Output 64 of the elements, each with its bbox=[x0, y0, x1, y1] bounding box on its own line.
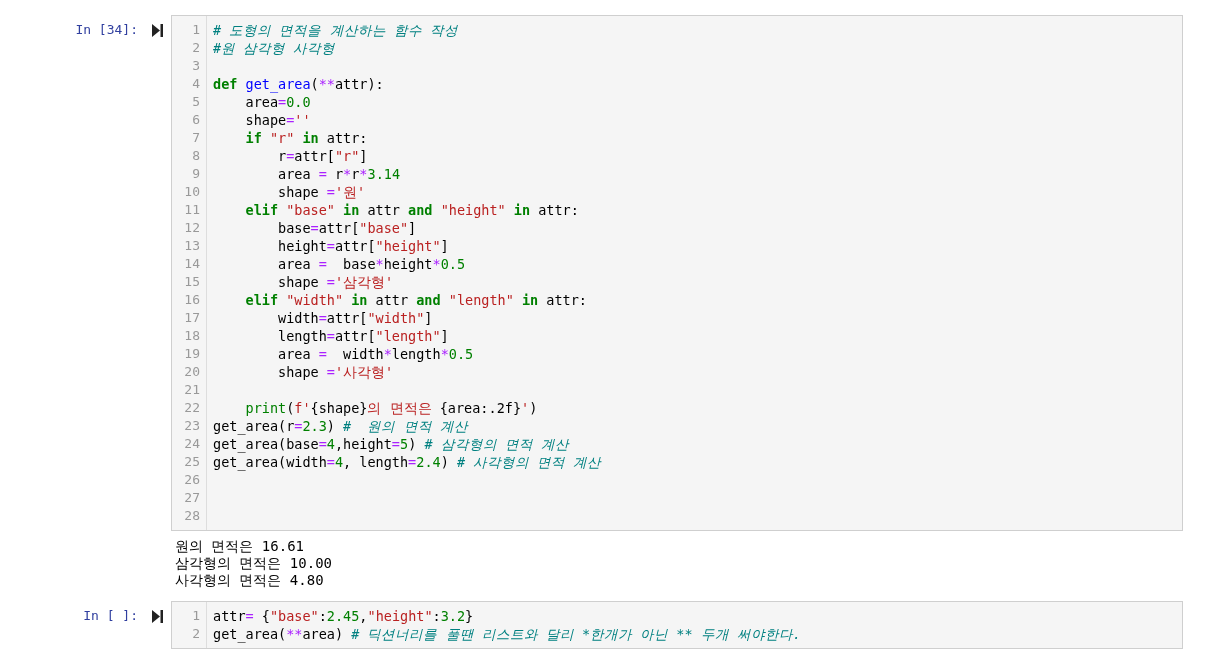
cell-prompt: In [ ]: bbox=[83, 607, 138, 625]
line-number: 4 bbox=[191, 75, 201, 93]
line-number: 28 bbox=[183, 507, 201, 525]
code-line: print(f'{shape}의 면적은 {area:.2f}') bbox=[244, 399, 539, 417]
line-number: 12 bbox=[183, 219, 201, 237]
line-number: 16 bbox=[183, 291, 201, 309]
code-line: def get_area(**attr): bbox=[213, 75, 385, 93]
line-number: 8 bbox=[191, 147, 201, 165]
line-number: 18 bbox=[183, 327, 201, 345]
code-line: width=attr["width"] bbox=[277, 309, 434, 327]
code-line: shape='' bbox=[244, 111, 312, 129]
output-line: 원의 면적은 16.61 bbox=[175, 538, 305, 555]
code-line: area=0.0 bbox=[244, 93, 312, 111]
line-number: 2 bbox=[191, 625, 201, 643]
line-number: 1 bbox=[191, 607, 201, 625]
code-line: if "r" in attr: bbox=[244, 129, 369, 147]
line-number: 15 bbox=[183, 273, 201, 291]
line-number: 22 bbox=[183, 399, 201, 417]
line-number: 17 bbox=[183, 309, 201, 327]
code-line: length=attr["length"] bbox=[277, 327, 450, 345]
line-number: 20 bbox=[183, 363, 201, 381]
line-number: 14 bbox=[183, 255, 201, 273]
line-number: 27 bbox=[183, 489, 201, 507]
code-line: base=attr["base"] bbox=[277, 219, 418, 237]
code-editor[interactable] bbox=[171, 15, 1183, 531]
line-number: 25 bbox=[183, 453, 201, 471]
line-number: 7 bbox=[191, 129, 201, 147]
code-line: get_area(**area) # 딕션너리를 풀땐 리스트와 달리 *한개가 아닌 ** 두개 써야한다. bbox=[213, 625, 802, 643]
code-line: height=attr["height"] bbox=[277, 237, 450, 255]
code-line: r=attr["r"] bbox=[277, 147, 369, 165]
code-line: # 도형의 면적을 계산하는 함수 작성 bbox=[213, 21, 459, 39]
line-number: 26 bbox=[183, 471, 201, 489]
run-icon[interactable] bbox=[152, 24, 163, 37]
line-number: 3 bbox=[191, 57, 201, 75]
output-line: 사각형의 면적은 4.80 bbox=[175, 572, 325, 589]
line-number: 21 bbox=[183, 381, 201, 399]
code-line: #원 삼각형 사각형 bbox=[213, 39, 337, 57]
code-line: get_area(r=2.3) # 원의 면적 계산 bbox=[213, 417, 470, 435]
code-line: elif "width" in attr and "length" in attr: bbox=[244, 291, 588, 309]
code-editor[interactable]: 1 2 attr= {"base":2.45,"height":3.2} get_area(**area) # 딕션너리를 풀땐 리스트와 달리 *한개가 아닌 ** 두개 써야한다. bbox=[171, 601, 1183, 649]
code-line: area = base*height*0.5 bbox=[277, 255, 467, 273]
line-number: 5 bbox=[191, 93, 201, 111]
line-number: 1 bbox=[191, 21, 201, 39]
run-icon[interactable] bbox=[152, 610, 163, 623]
line-number: 19 bbox=[183, 345, 201, 363]
line-number: 13 bbox=[183, 237, 201, 255]
line-number: 10 bbox=[183, 183, 201, 201]
code-line: shape ='원' bbox=[277, 183, 367, 201]
cell-prompt: In [34]: bbox=[75, 21, 138, 39]
line-number: 6 bbox=[191, 111, 201, 129]
code-line: shape ='삼각형' bbox=[277, 273, 395, 291]
line-number: 24 bbox=[183, 435, 201, 453]
output-line: 삼각형의 면적은 10.00 bbox=[175, 555, 333, 572]
code-line: shape ='사각형' bbox=[277, 363, 395, 381]
line-number: 11 bbox=[183, 201, 201, 219]
code-line: attr= {"base":2.45,"height":3.2} bbox=[213, 607, 475, 625]
line-number: 23 bbox=[183, 417, 201, 435]
line-number: 2 bbox=[191, 39, 201, 57]
line-number: 9 bbox=[191, 165, 201, 183]
code-line: get_area(base=4,height=5) # 삼각형의 면적 계산 bbox=[213, 435, 571, 453]
code-line: get_area(width=4, length=2.4) # 사각형의 면적 계산 bbox=[213, 453, 603, 471]
code-line: elif "base" in attr and "height" in attr: bbox=[244, 201, 580, 219]
code-line: area = width*length*0.5 bbox=[277, 345, 475, 363]
code-line: area = r*r*3.14 bbox=[277, 165, 401, 183]
